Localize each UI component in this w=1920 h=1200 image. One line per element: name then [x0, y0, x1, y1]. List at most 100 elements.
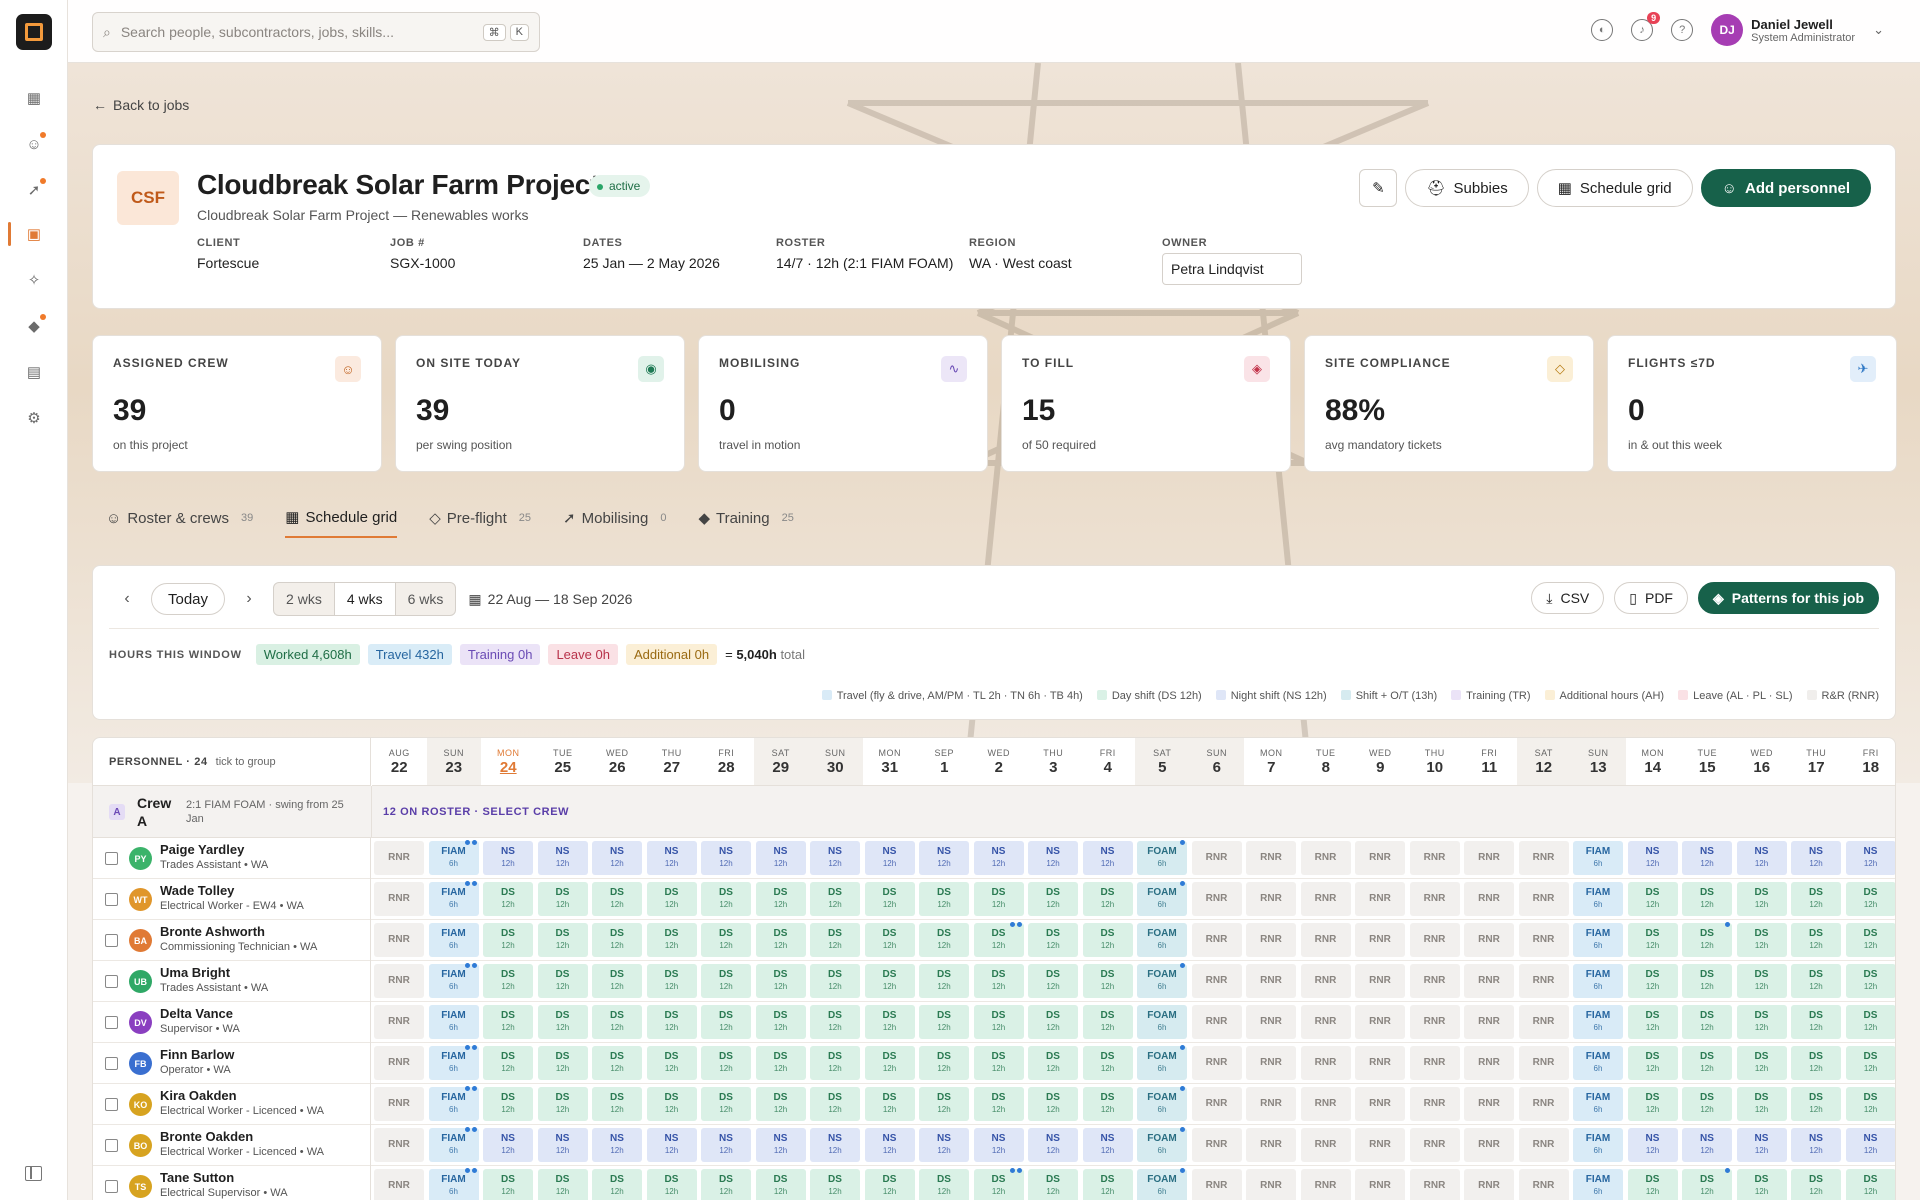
schedule-cell[interactable]: DS 12h — [646, 1169, 697, 1200]
schedule-cell[interactable]: RNR — [1191, 841, 1242, 875]
schedule-cell[interactable]: DS 12h — [592, 1087, 642, 1121]
schedule-cell[interactable]: DS 12h — [1682, 882, 1732, 916]
schedule-cell[interactable]: DS 12h — [973, 882, 1024, 916]
schedule-cell[interactable]: DS 12h — [1627, 964, 1678, 998]
schedule-cell[interactable]: NS 12h — [919, 841, 969, 875]
schedule-cell[interactable]: RNR — [1355, 1005, 1405, 1039]
schedule-cell[interactable]: DS 12h — [810, 1046, 860, 1080]
schedule-cell[interactable]: DS 12h — [864, 1046, 915, 1080]
row-checkbox[interactable] — [105, 852, 118, 865]
row-checkbox[interactable] — [105, 1057, 118, 1070]
schedule-cell[interactable]: DS 12h — [1028, 923, 1078, 957]
schedule-cell[interactable]: RNR — [374, 1046, 424, 1080]
schedule-cell[interactable]: NS 12h — [1627, 1128, 1678, 1162]
schedule-cell[interactable]: FOAM 6h — [1137, 923, 1187, 957]
person-name[interactable]: Bronte Oakden — [160, 1129, 253, 1144]
schedule-cell[interactable]: NS 12h — [592, 841, 642, 875]
schedule-cell[interactable]: DS 12h — [864, 1087, 915, 1121]
schedule-cell[interactable]: RNR — [1246, 1005, 1296, 1039]
chevron-right-icon[interactable]: › — [237, 587, 261, 611]
schedule-cell[interactable]: RNR — [1355, 1087, 1405, 1121]
person-name[interactable]: Wade Tolley — [160, 883, 234, 898]
schedule-cell[interactable]: RNR — [1409, 1005, 1460, 1039]
schedule-cell[interactable]: DS 12h — [646, 1046, 697, 1080]
schedule-cell[interactable]: NS 12h — [973, 1128, 1024, 1162]
crew-row[interactable]: A Crew A 2:1 FIAM FOAM · swing from 25 J… — [93, 786, 1895, 838]
csv-button[interactable]: ⤓ CSV — [1531, 582, 1605, 614]
schedule-cell[interactable]: RNR — [1355, 923, 1405, 957]
schedule-cell[interactable]: NS 12h — [1682, 1128, 1732, 1162]
row-checkbox[interactable] — [105, 934, 118, 947]
schedule-cell[interactable]: RNR — [1300, 923, 1351, 957]
schedule-cell[interactable]: DS 12h — [1791, 1087, 1841, 1121]
schedule-cell[interactable]: RNR — [1191, 1169, 1242, 1200]
schedule-cell[interactable]: DS 12h — [701, 1005, 751, 1039]
schedule-cell[interactable]: DS 12h — [1736, 1169, 1787, 1200]
schedule-cell[interactable]: DS 12h — [1082, 1005, 1133, 1039]
schedule-cell[interactable]: RNR — [1300, 1005, 1351, 1039]
schedule-cell[interactable]: RNR — [1409, 882, 1460, 916]
schedule-cell[interactable]: RNR — [1518, 923, 1569, 957]
schedule-cell[interactable]: FOAM 6h — [1137, 1086, 1187, 1121]
schedule-cell[interactable]: DS 12h — [919, 1005, 969, 1039]
schedule-cell[interactable]: DS 12h — [1082, 1087, 1133, 1121]
schedule-cell[interactable]: RNR — [1246, 1128, 1296, 1162]
schedule-cell[interactable]: RNR — [1464, 882, 1514, 916]
schedule-cell[interactable]: DS 12h — [1682, 1005, 1732, 1039]
tab-mobilising[interactable]: ➚ Mobilising 0 — [563, 508, 666, 538]
schedule-cell[interactable]: NS 12h — [701, 841, 751, 875]
schedule-cell[interactable]: RNR — [1518, 964, 1569, 998]
schedule-cell[interactable]: RNR — [1246, 1169, 1296, 1200]
schedule-cell[interactable]: RNR — [374, 964, 424, 998]
schedule-cell[interactable]: DS 12h — [1845, 964, 1895, 998]
schedule-cell[interactable]: DS 12h — [973, 964, 1024, 998]
add-personnel-button[interactable]: ☺ Add personnel — [1700, 169, 1871, 207]
schedule-cell[interactable]: RNR — [1191, 964, 1242, 998]
app-logo[interactable] — [16, 14, 52, 50]
schedule-cell[interactable]: NS 12h — [1082, 841, 1133, 875]
schedule-cell[interactable]: DS 12h — [919, 1087, 969, 1121]
schedule-cell[interactable]: RNR — [1409, 964, 1460, 998]
rocket-icon[interactable]: ➚ — [22, 178, 46, 202]
person-name[interactable]: Bronte Ashworth — [160, 924, 265, 939]
schedule-cell[interactable]: FOAM 6h — [1137, 1127, 1187, 1162]
schedule-cell[interactable]: FOAM 6h — [1137, 1168, 1187, 1200]
owner-select[interactable]: Petra Lindqvist — [1162, 253, 1302, 285]
chevron-left-icon[interactable]: ‹ — [115, 587, 139, 611]
row-checkbox[interactable] — [105, 1098, 118, 1111]
schedule-cell[interactable]: FIAM 6h — [428, 1168, 479, 1200]
schedule-cell[interactable]: DS 12h — [1627, 1087, 1678, 1121]
range-2wks[interactable]: 2 wks — [274, 583, 334, 615]
schedule-cell[interactable]: RNR — [1300, 964, 1351, 998]
schedule-cell[interactable]: NS 12h — [646, 1128, 697, 1162]
schedule-cell[interactable]: DS 12h — [1682, 1087, 1732, 1121]
schedule-cell[interactable]: NS 12h — [1627, 841, 1678, 875]
schedule-cell[interactable]: RNR — [1191, 1005, 1242, 1039]
schedule-cell[interactable]: DS 12h — [919, 923, 969, 957]
schedule-cell[interactable]: DS 12h — [646, 923, 697, 957]
schedule-cell[interactable]: FIAM 6h — [1573, 1169, 1623, 1200]
schedule-cell[interactable]: DS 12h — [1028, 1046, 1078, 1080]
schedule-cell[interactable]: FOAM 6h — [1137, 1005, 1187, 1039]
schedule-cell[interactable]: RNR — [1355, 1128, 1405, 1162]
palette-icon[interactable]: ◐ — [1591, 19, 1614, 41]
schedule-cell[interactable]: DS 12h — [592, 1046, 642, 1080]
schedule-cell[interactable]: DS 12h — [1682, 1046, 1732, 1080]
schedule-cell[interactable]: DS 12h — [1028, 1005, 1078, 1039]
schedule-cell[interactable]: DS 12h — [1845, 1087, 1895, 1121]
schedule-cell[interactable]: NS 12h — [592, 1128, 642, 1162]
schedule-cell[interactable]: FOAM 6h — [1137, 881, 1187, 916]
schedule-cell[interactable]: DS 12h — [1082, 923, 1133, 957]
schedule-cell[interactable]: DS 12h — [1627, 923, 1678, 957]
schedule-cell[interactable]: RNR — [1464, 1169, 1514, 1200]
row-checkbox[interactable] — [105, 1180, 118, 1193]
schedule-cell[interactable]: DS 12h — [701, 1046, 751, 1080]
schedule-cell[interactable]: DS 12h — [483, 882, 533, 916]
schedule-cell[interactable]: RNR — [1464, 841, 1514, 875]
schedule-cell[interactable]: RNR — [1409, 1087, 1460, 1121]
schedule-cell[interactable]: RNR — [1518, 882, 1569, 916]
schedule-cell[interactable]: NS 12h — [1028, 841, 1078, 875]
schedule-cell[interactable]: DS 12h — [1845, 923, 1895, 957]
schedule-cell[interactable]: DS 12h — [919, 1046, 969, 1080]
schedule-cell[interactable]: FIAM 6h — [1573, 841, 1623, 875]
